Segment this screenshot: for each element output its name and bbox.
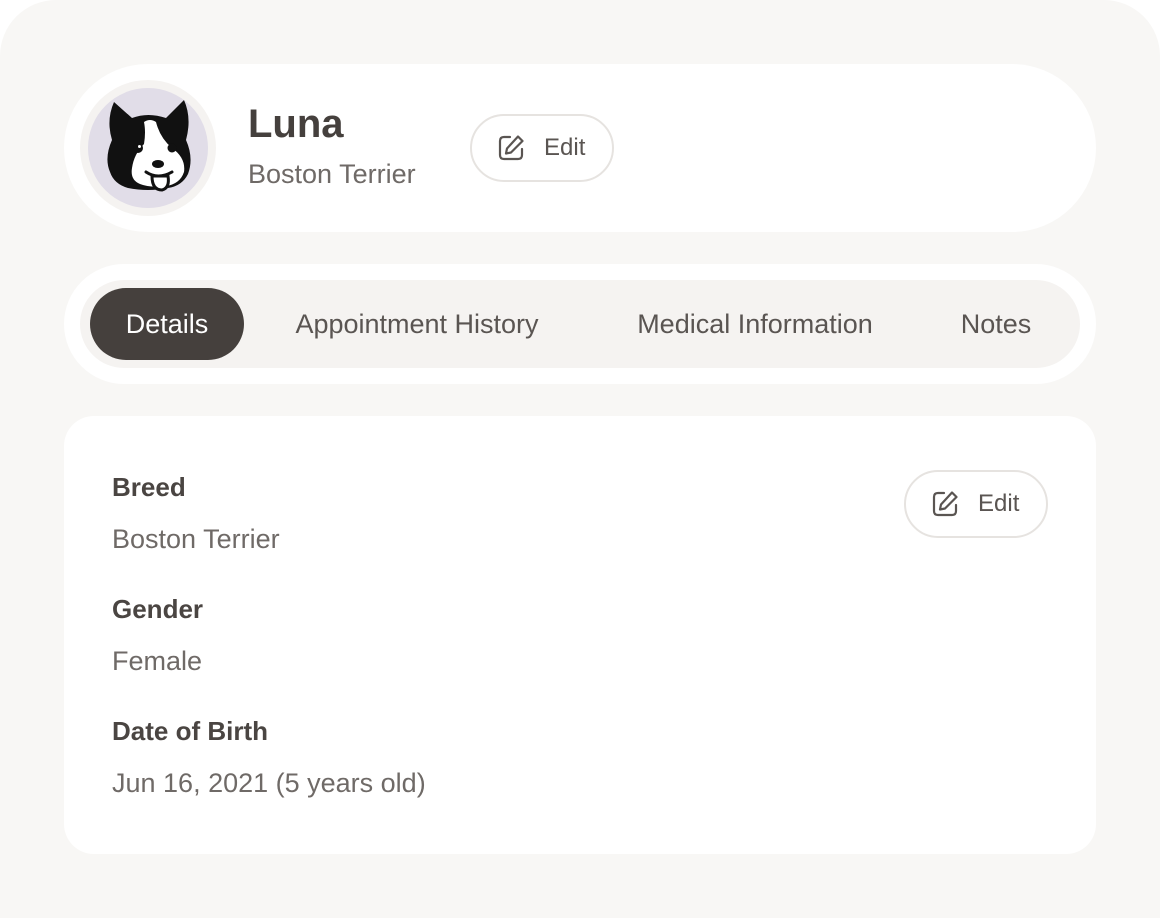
tab-details[interactable]: Details [90, 288, 244, 360]
tab-bar-track: Details Appointment History Medical Info… [80, 280, 1080, 368]
breed-label: Breed [112, 472, 186, 502]
pet-name: Luna [248, 102, 344, 146]
avatar-ring [80, 80, 216, 216]
page-background: Luna Boston Terrier Edit Details Appoint… [0, 0, 1160, 918]
details-card: Breed Boston Terrier Gender Female Date … [64, 416, 1096, 854]
edit-pet-button-label: Edit [544, 134, 586, 161]
edit-details-button[interactable]: Edit [904, 470, 1048, 538]
edit-icon [498, 135, 524, 161]
avatar [88, 88, 208, 208]
date-of-birth-label: Date of Birth [112, 716, 268, 746]
breed-value: Boston Terrier [112, 524, 280, 554]
edit-details-button-label: Edit [978, 490, 1020, 517]
gender-value: Female [112, 646, 203, 676]
tab-appointment-history[interactable]: Appointment History [276, 288, 558, 360]
edit-icon [932, 491, 958, 517]
tab-bar: Details Appointment History Medical Info… [64, 264, 1096, 384]
dog-face-icon [107, 100, 191, 192]
pet-breed: Boston Terrier [248, 159, 416, 189]
gender-label: Gender [112, 594, 204, 624]
tab-medical-information[interactable]: Medical Information [618, 288, 892, 360]
date-of-birth-value: Jun 16, 2021 (5 years old) [112, 768, 426, 798]
edit-pet-button[interactable]: Edit [470, 114, 614, 182]
tab-notes[interactable]: Notes [952, 288, 1040, 360]
pet-header-card: Luna Boston Terrier Edit [64, 64, 1096, 232]
